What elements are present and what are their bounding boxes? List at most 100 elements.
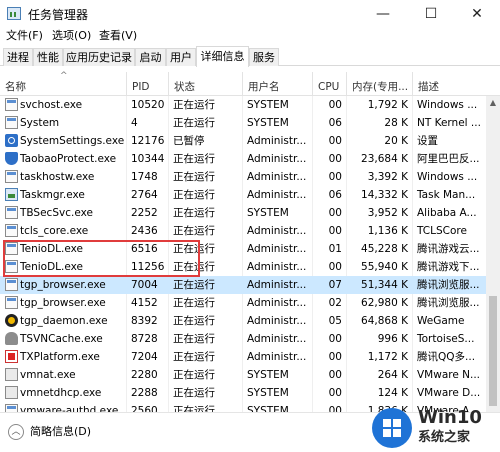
watermark-subtitle: 系统之家 <box>418 430 471 445</box>
cell-user: SYSTEM <box>247 405 289 412</box>
process-row[interactable]: TXPlatform.exe 7204 正在运行 Administr... 00 1,17… <box>0 348 486 366</box>
tab-users[interactable]: 用户 <box>166 48 196 66</box>
cell-desc: Windows ... <box>417 171 478 183</box>
cell-status: 正在运行 <box>173 387 215 399</box>
cell-mem: 3,952 K <box>367 207 408 219</box>
tab-performance[interactable]: 性能 <box>33 48 63 66</box>
process-row[interactable]: tgp_daemon.exe 8392 正在运行 Administr... 05 64,8… <box>0 312 486 330</box>
cell-user: Administr... <box>247 333 307 345</box>
vertical-scrollbar[interactable]: ▲ <box>486 96 500 412</box>
col-header-username[interactable]: 用户名 <box>242 72 312 96</box>
cell-user: Administr... <box>247 297 307 309</box>
process-row[interactable]: TSVNCache.exe 8728 正在运行 Administr... 00 996 K… <box>0 330 486 348</box>
menu-file[interactable]: 文件(F) <box>6 28 43 44</box>
tab-startup[interactable]: 启动 <box>135 48 166 66</box>
menu-options[interactable]: 选项(O) <box>52 28 91 44</box>
column-header: 名称 PID 状态 用户名 CPU 内存(专用... 描述 <box>0 72 500 96</box>
cell-name: tgp_daemon.exe <box>20 315 108 327</box>
cell-mem: 55,940 K <box>361 261 408 273</box>
cell-cpu: 00 <box>328 369 342 381</box>
cell-desc: WeGame <box>417 315 465 327</box>
tab-services[interactable]: 服务 <box>249 48 279 66</box>
cell-pid: 10520 <box>131 99 165 111</box>
tab-details[interactable]: 详细信息 <box>196 46 249 67</box>
cell-name: System <box>20 117 60 129</box>
cell-user: Administr... <box>247 243 307 255</box>
scrollbar-thumb[interactable] <box>489 296 497 406</box>
cell-mem: 20 K <box>384 135 408 147</box>
title-bar: 任务管理器 — ☐ ✕ <box>0 0 500 28</box>
cell-status: 正在运行 <box>173 189 215 201</box>
minimize-button[interactable]: — <box>360 0 406 28</box>
cell-user: Administr... <box>247 153 307 165</box>
fewer-details-link[interactable]: 简略信息(D) <box>30 425 91 439</box>
task-manager-icon <box>7 7 21 20</box>
cell-name: TSVNCache.exe <box>20 333 103 345</box>
cell-mem: 3,392 K <box>367 171 408 183</box>
sort-ascending-icon: ^ <box>60 71 68 81</box>
cell-user: SYSTEM <box>247 99 289 111</box>
cell-pid: 4 <box>131 117 138 129</box>
process-row[interactable]: tgp_browser.exe 7004 正在运行 Administr... 07 51,… <box>0 276 486 294</box>
menu-bar: 文件(F) 选项(O) 查看(V) <box>0 28 500 44</box>
process-row[interactable]: Taskmgr.exe 2764 正在运行 Administr... 06 14,332 … <box>0 186 486 204</box>
cell-desc: TortoiseS... <box>417 333 475 345</box>
cell-status: 正在运行 <box>173 99 215 111</box>
cell-pid: 7204 <box>131 351 158 363</box>
cell-mem: 64,868 K <box>361 315 408 327</box>
cell-pid: 8392 <box>131 315 158 327</box>
close-button[interactable]: ✕ <box>454 0 500 28</box>
cell-cpu: 00 <box>328 135 342 147</box>
process-row[interactable]: tgp_browser.exe 4152 正在运行 Administr... 02 62,… <box>0 294 486 312</box>
cell-status: 正在运行 <box>173 171 215 183</box>
col-header-status[interactable]: 状态 <box>168 72 242 96</box>
maximize-button[interactable]: ☐ <box>408 0 454 28</box>
process-row[interactable]: taskhostw.exe 1748 正在运行 Administr... 00 3,392… <box>0 168 486 186</box>
window-title: 任务管理器 <box>28 8 89 22</box>
col-header-memory[interactable]: 内存(专用... <box>346 72 412 96</box>
process-row[interactable]: svchost.exe 10520 正在运行 SYSTEM 00 1,792 K Windo… <box>0 96 486 114</box>
menu-view[interactable]: 查看(V) <box>99 28 137 44</box>
cell-desc: 腾讯浏览服... <box>417 279 480 291</box>
tab-app-history[interactable]: 应用历史记录 <box>63 48 135 66</box>
process-row[interactable]: tcls_core.exe 2436 正在运行 Administr... 00 1,136… <box>0 222 486 240</box>
col-header-description[interactable]: 描述 <box>412 72 486 96</box>
cell-cpu: 00 <box>328 171 342 183</box>
cell-status: 正在运行 <box>173 405 215 412</box>
cell-user: Administr... <box>247 261 307 273</box>
cell-name: vmnat.exe <box>20 369 76 381</box>
chevron-up-icon[interactable]: ︿ <box>8 424 24 440</box>
cell-cpu: 00 <box>328 225 342 237</box>
cell-status: 正在运行 <box>173 153 215 165</box>
cell-desc: 设置 <box>417 135 438 147</box>
cell-desc: 阿里巴巴反... <box>417 153 480 165</box>
scroll-up-arrow-icon[interactable]: ▲ <box>486 98 500 107</box>
cell-user: Administr... <box>247 351 307 363</box>
process-row[interactable]: SystemSettings.exe 12176 已暂停 Administr... 00… <box>0 132 486 150</box>
highlight-box <box>3 240 200 277</box>
cell-cpu: 00 <box>328 387 342 399</box>
col-header-pid[interactable]: PID <box>126 72 168 96</box>
windows-logo-icon <box>372 408 412 448</box>
cell-mem: 51,344 K <box>361 279 408 291</box>
col-header-cpu[interactable]: CPU <box>312 72 346 96</box>
cell-pid: 2560 <box>131 405 158 412</box>
cell-mem: 996 K <box>377 333 408 345</box>
process-row[interactable]: TaobaoProtect.exe 10344 正在运行 Administr... 00… <box>0 150 486 168</box>
cell-pid: 2436 <box>131 225 158 237</box>
cell-mem: 1,792 K <box>367 99 408 111</box>
watermark: Win10 系统之家 <box>368 404 500 452</box>
cell-user: Administr... <box>247 279 307 291</box>
cell-mem: 264 K <box>377 369 408 381</box>
process-row[interactable]: System 4 正在运行 SYSTEM 06 28 K NT Kernel ... <box>0 114 486 132</box>
process-row[interactable]: vmnetdhcp.exe 2288 正在运行 SYSTEM 00 124 K VMware… <box>0 384 486 402</box>
process-row[interactable]: TBSecSvc.exe 2252 正在运行 SYSTEM 00 3,952 K Aliba… <box>0 204 486 222</box>
tab-processes[interactable]: 进程 <box>3 48 33 66</box>
cell-cpu: 00 <box>328 333 342 345</box>
cell-pid: 10344 <box>131 153 165 165</box>
process-row[interactable]: vmnat.exe 2280 正在运行 SYSTEM 00 264 K VMware N..… <box>0 366 486 384</box>
cell-mem: 28 K <box>384 117 408 129</box>
cell-pid: 8728 <box>131 333 158 345</box>
cell-desc: Task Man... <box>417 189 476 201</box>
cell-name: TaobaoProtect.exe <box>20 153 117 165</box>
